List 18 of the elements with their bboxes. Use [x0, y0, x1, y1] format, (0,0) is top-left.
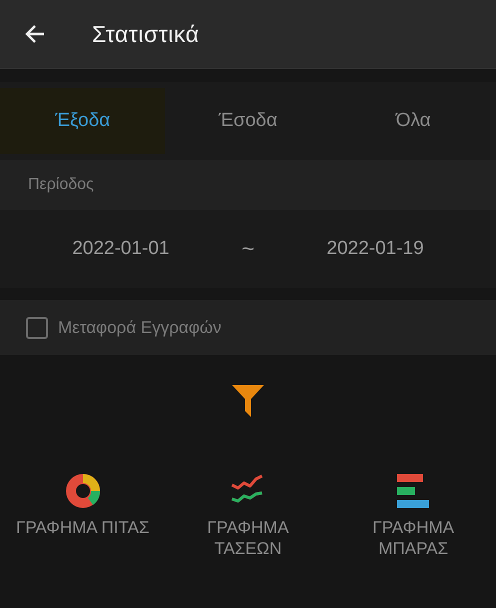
period-label: Περίοδος	[28, 176, 94, 194]
tab[interactable]: Έξοδα	[0, 88, 166, 154]
back-arrow-icon	[24, 23, 46, 45]
start-date-field[interactable]: 2022-01-01	[0, 230, 242, 268]
chart-type-button[interactable]: ΓΡΑΦΗΜΑ ΤΑΣΕΩΝ	[165, 473, 331, 559]
checkbox-label: Μεταφορά Εγγραφών	[58, 318, 222, 338]
pie-chart-icon	[64, 473, 101, 509]
tab[interactable]: Έσοδα	[165, 88, 331, 154]
end-date-field[interactable]: 2022-01-19	[254, 230, 496, 268]
filter-button[interactable]	[230, 383, 266, 419]
range-separator: ~	[242, 236, 254, 262]
filter-icon	[230, 383, 266, 419]
bar-chart-icon	[397, 474, 430, 508]
chart-type-button[interactable]: ΓΡΑΦΗΜΑ ΜΠΑΡΑΣ	[330, 473, 496, 559]
chart-type-button[interactable]: ΓΡΑΦΗΜΑ ΠΙΤΑΣ	[0, 473, 166, 559]
tab[interactable]: Όλα	[330, 88, 496, 154]
screen-title: Στατιστικά	[92, 20, 200, 48]
checkbox[interactable]	[26, 316, 48, 338]
